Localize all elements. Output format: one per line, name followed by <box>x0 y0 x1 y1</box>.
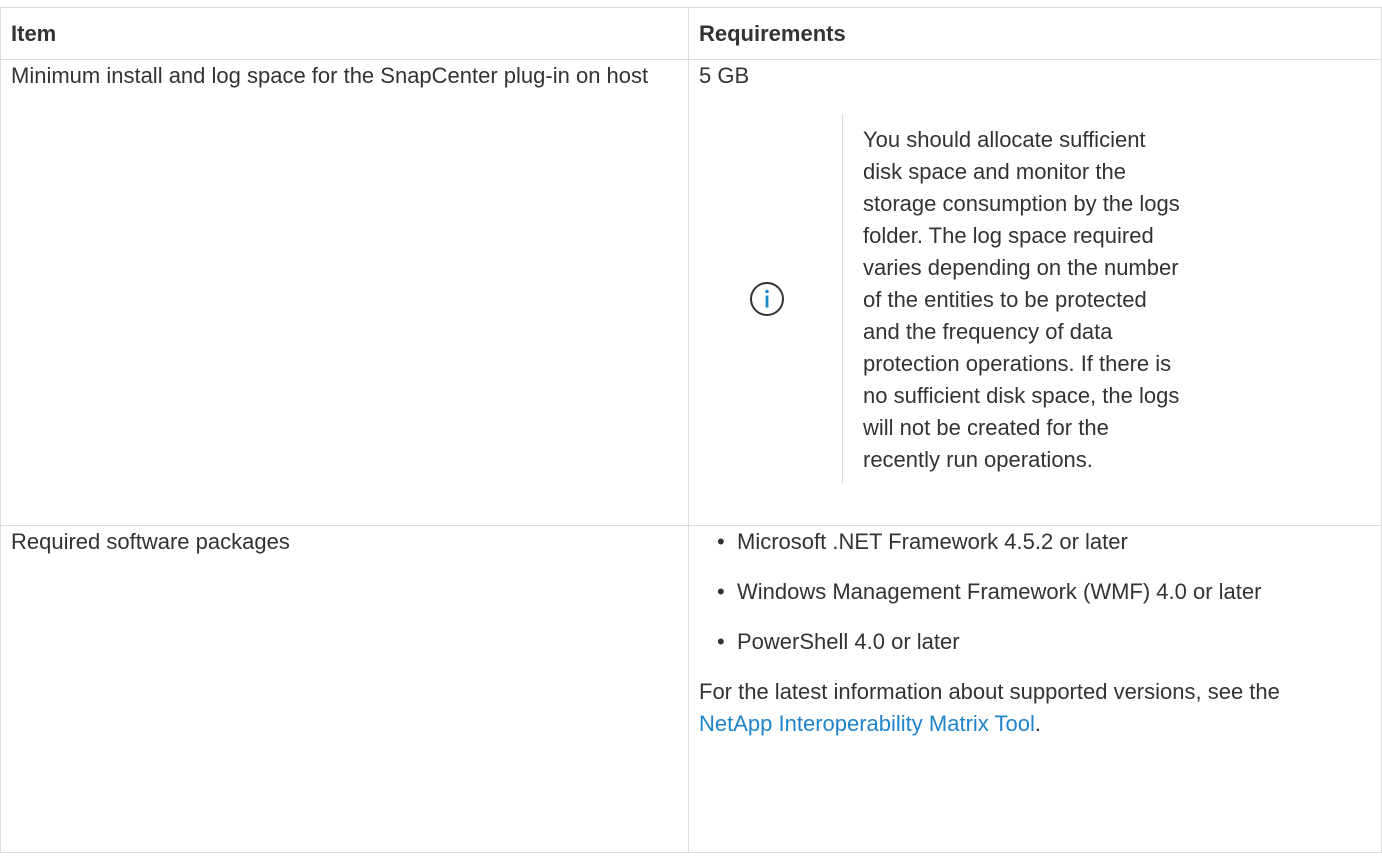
list-item: • PowerShell 4.0 or later <box>717 626 1377 658</box>
package-text: PowerShell 4.0 or later <box>737 629 960 654</box>
interoperability-matrix-link[interactable]: NetApp Interoperability Matrix Tool <box>699 711 1035 736</box>
package-text: Windows Management Framework (WMF) 4.0 o… <box>737 579 1262 604</box>
info-note: You should allocate sufficient disk spac… <box>749 114 1381 484</box>
bullet: • <box>717 629 725 654</box>
bullet: • <box>717 529 725 554</box>
column-header-requirements: Requirements <box>688 7 1382 60</box>
package-list: • Microsoft .NET Framework 4.5.2 or later… <box>699 526 1381 658</box>
requirement-cell: 5 GB You should allocate sufficient disk… <box>688 59 1382 526</box>
item-text: Required software packages <box>11 529 290 554</box>
list-item: • Microsoft .NET Framework 4.5.2 or later <box>717 526 1377 558</box>
supported-versions-note: For the latest information about support… <box>699 676 1359 740</box>
supported-text: For the latest information about support… <box>699 679 1280 704</box>
requirement-value: 5 GB <box>699 63 750 88</box>
table-row: Minimum install and log space for the Sn… <box>0 59 1382 526</box>
requirement-cell: • Microsoft .NET Framework 4.5.2 or later… <box>688 525 1382 853</box>
item-cell: Minimum install and log space for the Sn… <box>0 59 689 526</box>
column-header-item: Item <box>0 7 689 60</box>
requirements-table: Item Requirements Minimum install and lo… <box>0 7 1382 853</box>
info-icon <box>750 282 784 316</box>
list-item: • Windows Management Framework (WMF) 4.0 … <box>717 576 1377 608</box>
table-row: Required software packages • Microsoft .N… <box>0 525 1382 853</box>
item-text: Minimum install and log space for the Sn… <box>11 63 649 88</box>
supported-period: . <box>1034 711 1041 736</box>
bullet: • <box>717 579 725 604</box>
item-cell: Required software packages <box>0 525 689 853</box>
package-text: Microsoft .NET Framework 4.5.2 or later <box>737 529 1128 554</box>
note-body: You should allocate sufficient disk spac… <box>842 114 1183 484</box>
table-header-row: Item Requirements <box>0 7 1382 60</box>
note-text: You should allocate sufficient disk spac… <box>863 127 1180 472</box>
